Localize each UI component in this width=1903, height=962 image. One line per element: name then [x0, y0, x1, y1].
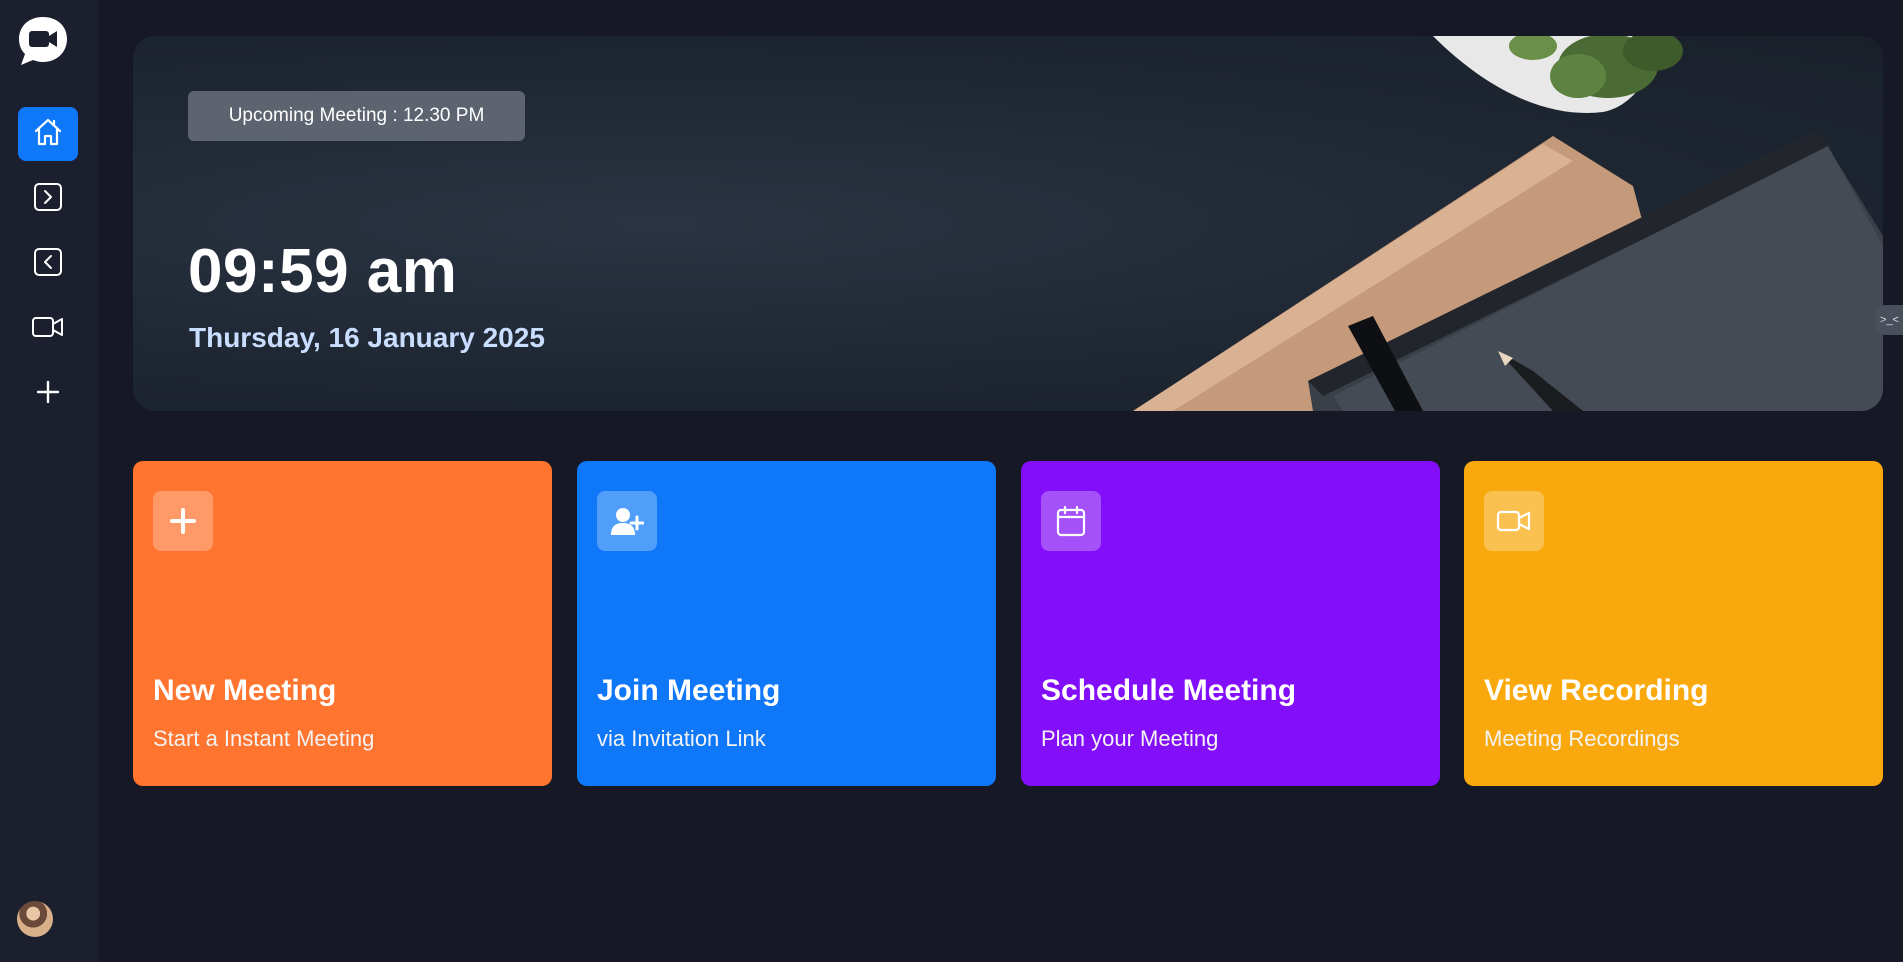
- card-subtitle: Plan your Meeting: [1041, 726, 1219, 751]
- sidebar-item-upcoming[interactable]: [18, 172, 78, 226]
- sidebar-item-home[interactable]: [18, 107, 78, 161]
- card-title: New Meeting: [153, 674, 337, 707]
- hero-banner: Upcoming Meeting : 12.30 PM 09:59 am Thu…: [133, 36, 1883, 411]
- new-meeting-card[interactable]: New Meeting Start a Instant Meeting: [133, 461, 552, 786]
- sidebar-item-personal-room[interactable]: [18, 367, 78, 421]
- current-time: 09:59 am: [188, 237, 458, 306]
- card-subtitle: Meeting Recordings: [1484, 726, 1680, 751]
- sidebar: [0, 0, 98, 962]
- view-recording-card[interactable]: View Recording Meeting Recordings: [1464, 461, 1883, 786]
- user-plus-icon: [597, 491, 657, 551]
- card-title: Schedule Meeting: [1041, 674, 1297, 707]
- upcoming-meeting-badge: Upcoming Meeting : 12.30 PM: [188, 91, 525, 141]
- calendar-icon: [1041, 491, 1101, 551]
- home-icon: [32, 116, 64, 153]
- chevron-left-box-icon: [32, 246, 64, 283]
- avatar[interactable]: [17, 901, 53, 937]
- schedule-meeting-card[interactable]: Schedule Meeting Plan your Meeting: [1021, 461, 1440, 786]
- plus-icon: [153, 491, 213, 551]
- video-camera-icon: [1484, 491, 1544, 551]
- card-subtitle: via Invitation Link: [597, 726, 766, 751]
- card-title: Join Meeting: [597, 674, 781, 707]
- chevron-right-box-icon: [32, 181, 64, 218]
- card-title: View Recording: [1484, 674, 1709, 707]
- sidebar-item-previous[interactable]: [18, 237, 78, 291]
- sidebar-item-recordings[interactable]: [18, 302, 78, 356]
- card-subtitle: Start a Instant Meeting: [153, 726, 375, 751]
- plus-icon: [34, 378, 62, 411]
- join-meeting-card[interactable]: Join Meeting via Invitation Link: [577, 461, 996, 786]
- video-chat-logo-icon[interactable]: [16, 14, 70, 68]
- devtools-handle-icon[interactable]: >_<: [1876, 305, 1903, 335]
- current-date: Thursday, 16 January 2025: [189, 322, 545, 353]
- video-camera-icon: [31, 312, 65, 347]
